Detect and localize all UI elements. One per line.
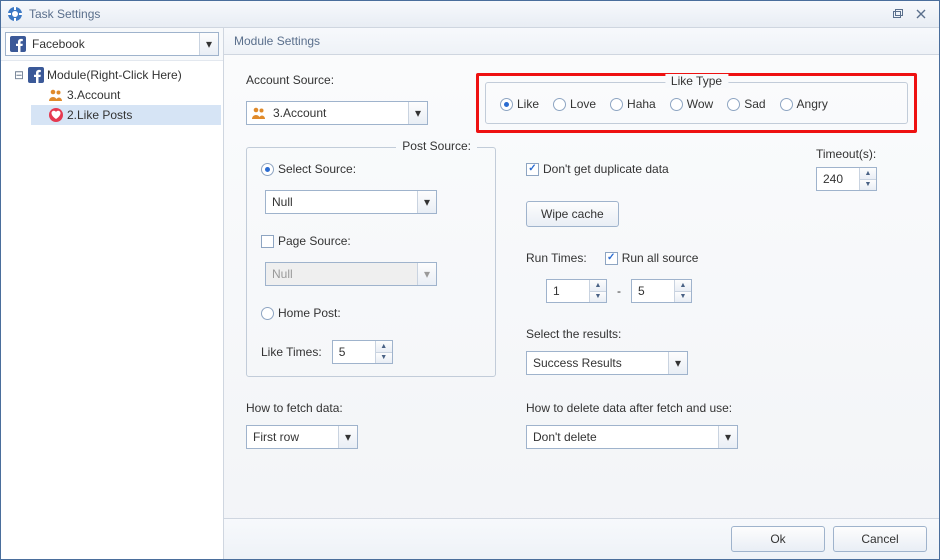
facebook-icon <box>10 36 26 52</box>
like-type-option-sad[interactable]: Sad <box>727 97 765 111</box>
dialog-footer: Ok Cancel <box>224 518 939 559</box>
delete-dropdown[interactable]: Don't delete ▾ <box>526 425 738 449</box>
spinner-down-icon[interactable]: ▼ <box>675 292 691 303</box>
radio-icon <box>553 98 566 111</box>
task-settings-window: Task Settings Facebook ▾ ⊟ <box>0 0 940 560</box>
like-type-option-like[interactable]: Like <box>500 97 539 111</box>
users-icon <box>251 105 267 121</box>
tree-item-like-posts[interactable]: 2.Like Posts <box>31 105 221 125</box>
run-from-spinner[interactable]: 1 ▲▼ <box>546 279 607 303</box>
wipe-cache-button[interactable]: Wipe cache <box>526 201 619 227</box>
radio-icon <box>500 98 513 111</box>
spinner-down-icon[interactable]: ▼ <box>590 292 606 303</box>
like-times-spinner[interactable]: 5 ▲▼ <box>332 340 393 364</box>
radio-icon <box>610 98 623 111</box>
window-title: Task Settings <box>29 7 885 21</box>
titlebar: Task Settings <box>1 1 939 28</box>
chevron-down-icon[interactable]: ▾ <box>338 426 357 448</box>
account-source-label: Account Source: <box>246 73 446 87</box>
radio-icon <box>261 307 274 320</box>
module-tree: ⊟ Module(Right-Click Here) 3.Account <box>1 60 223 559</box>
platform-select[interactable]: Facebook ▾ <box>5 32 219 56</box>
select-source-dropdown[interactable]: Null ▾ <box>265 190 437 214</box>
window-restore-button[interactable] <box>885 5 909 23</box>
fetch-dropdown[interactable]: First row ▾ <box>246 425 358 449</box>
chevron-down-icon[interactable]: ▾ <box>199 33 218 55</box>
tree-item-label: 2.Like Posts <box>67 108 132 122</box>
radio-icon <box>727 98 740 111</box>
chevron-down-icon: ▾ <box>417 263 436 285</box>
checkbox-icon <box>261 235 274 248</box>
sidebar: Facebook ▾ ⊟ Module(Right-Click Here) <box>1 28 224 559</box>
select-source-radio[interactable]: Select Source: <box>261 162 481 176</box>
tree-collapse-icon[interactable]: ⊟ <box>13 68 25 82</box>
app-icon <box>7 6 23 22</box>
like-type-fieldset: Like Type Like Love Haha Wow Sad Angry <box>485 82 908 124</box>
spinner-up-icon[interactable]: ▲ <box>376 341 392 353</box>
like-type-option-haha[interactable]: Haha <box>610 97 656 111</box>
spinner-up-icon[interactable]: ▲ <box>860 168 876 180</box>
spinner-up-icon[interactable]: ▲ <box>675 280 691 292</box>
like-type-highlight: Like Type Like Love Haha Wow Sad Angry <box>476 73 917 133</box>
like-type-option-angry[interactable]: Angry <box>780 97 828 111</box>
run-all-source-checkbox[interactable]: Run all source <box>605 251 699 265</box>
radio-icon <box>261 163 274 176</box>
select-results-dropdown[interactable]: Success Results ▾ <box>526 351 688 375</box>
radio-icon <box>670 98 683 111</box>
timeout-spinner[interactable]: 240 ▲▼ <box>816 167 877 191</box>
cancel-button[interactable]: Cancel <box>833 526 927 552</box>
post-source-legend: Post Source: <box>396 139 477 153</box>
run-to-spinner[interactable]: 5 ▲▼ <box>631 279 692 303</box>
fetch-label: How to fetch data: <box>246 401 496 415</box>
spinner-down-icon[interactable]: ▼ <box>860 180 876 191</box>
checkbox-icon <box>605 252 618 265</box>
home-post-radio[interactable]: Home Post: <box>261 306 481 320</box>
page-source-dropdown: Null ▾ <box>265 262 437 286</box>
timeout-label: Timeout(s): <box>816 147 877 161</box>
tree-root-label: Module(Right-Click Here) <box>47 68 182 82</box>
window-close-button[interactable] <box>909 5 933 23</box>
account-source-select[interactable]: 3.Account ▾ <box>246 101 428 125</box>
main-panel: Module Settings Account Source: 3.Accoun… <box>224 28 939 559</box>
facebook-icon <box>28 67 44 83</box>
post-source-fieldset: Post Source: Select Source: Null ▾ Page … <box>246 147 496 377</box>
platform-select-label: Facebook <box>30 37 199 51</box>
spinner-down-icon[interactable]: ▼ <box>376 353 392 364</box>
spinner-up-icon[interactable]: ▲ <box>590 280 606 292</box>
radio-icon <box>780 98 793 111</box>
users-icon <box>48 87 64 103</box>
tree-root[interactable]: ⊟ Module(Right-Click Here) <box>11 65 221 85</box>
range-separator: - <box>617 284 621 298</box>
like-type-option-wow[interactable]: Wow <box>670 97 713 111</box>
chevron-down-icon[interactable]: ▾ <box>417 191 436 213</box>
chevron-down-icon[interactable]: ▾ <box>668 352 687 374</box>
chevron-down-icon[interactable]: ▾ <box>718 426 737 448</box>
ok-button[interactable]: Ok <box>731 526 825 552</box>
checkbox-icon <box>526 163 539 176</box>
like-type-legend: Like Type <box>665 74 728 88</box>
page-source-checkbox[interactable]: Page Source: <box>261 234 481 248</box>
main-header: Module Settings <box>224 28 939 55</box>
heart-icon <box>48 107 64 123</box>
tree-item-account[interactable]: 3.Account <box>31 85 221 105</box>
like-times-label: Like Times: <box>261 345 322 359</box>
tree-item-label: 3.Account <box>67 88 120 102</box>
duplicate-data-checkbox[interactable]: Don't get duplicate data <box>526 162 669 176</box>
select-results-label: Select the results: <box>526 327 917 341</box>
account-source-value: 3.Account <box>267 106 408 120</box>
chevron-down-icon[interactable]: ▾ <box>408 102 427 124</box>
run-times-label: Run Times: <box>526 251 587 265</box>
like-type-option-love[interactable]: Love <box>553 97 596 111</box>
delete-label: How to delete data after fetch and use: <box>526 401 917 415</box>
